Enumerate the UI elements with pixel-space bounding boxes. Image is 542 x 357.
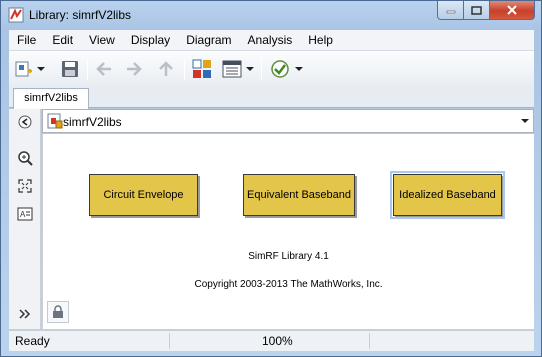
chevron-down-icon[interactable] xyxy=(521,119,529,123)
left-palette: A xyxy=(9,109,41,329)
simulink-app-icon xyxy=(8,7,24,23)
save-icon xyxy=(62,61,78,77)
zoom-icon xyxy=(18,151,33,166)
block-idealized-baseband[interactable]: Idealized Baseband xyxy=(390,171,505,219)
status-bar: Ready 100% xyxy=(9,330,534,351)
check-icon xyxy=(271,60,289,78)
maximize-button[interactable] xyxy=(464,1,490,20)
double-chevron-right-icon xyxy=(19,309,31,319)
status-text: Ready xyxy=(15,334,50,348)
hide-explorer-button[interactable] xyxy=(16,113,34,131)
chevron-down-icon xyxy=(295,67,303,71)
annotation-icon: A xyxy=(17,207,33,221)
annotation-button[interactable]: A xyxy=(16,205,34,223)
library-version: SimRF Library 4.1 xyxy=(248,251,329,262)
expand-palette-button[interactable] xyxy=(16,305,34,323)
menu-file[interactable]: File xyxy=(9,33,44,47)
menu-view[interactable]: View xyxy=(81,33,123,47)
svg-text:A: A xyxy=(20,210,26,219)
new-model-dropdown[interactable] xyxy=(36,58,46,80)
collapse-left-icon xyxy=(18,115,32,129)
chevron-down-icon xyxy=(246,67,254,71)
menu-analysis[interactable]: Analysis xyxy=(240,33,301,47)
lock-library-button[interactable] xyxy=(47,301,69,323)
block-equivalent-baseband[interactable]: Equivalent Baseband xyxy=(243,174,355,216)
new-model-icon xyxy=(15,61,32,77)
close-icon xyxy=(507,5,517,15)
tab-strip: simrfV2libs xyxy=(9,86,534,109)
maximize-icon xyxy=(471,5,482,15)
lock-icon xyxy=(53,305,63,318)
zoom-button[interactable] xyxy=(16,149,34,167)
forward-icon xyxy=(127,62,142,76)
check-model-button[interactable] xyxy=(269,58,291,80)
forward-button[interactable] xyxy=(123,58,145,80)
menu-edit[interactable]: Edit xyxy=(44,33,81,47)
minimize-button[interactable] xyxy=(437,1,464,20)
address-bar[interactable]: simrfV2libs xyxy=(42,109,534,133)
save-button[interactable] xyxy=(59,58,81,80)
title-bar[interactable]: Library: simrfV2libs xyxy=(1,1,541,29)
library-browser-button[interactable] xyxy=(191,58,213,80)
fit-to-view-icon xyxy=(18,179,32,193)
check-model-dropdown[interactable] xyxy=(294,58,304,80)
new-model-button[interactable] xyxy=(13,58,35,80)
up-icon xyxy=(159,61,173,76)
close-button[interactable] xyxy=(490,1,535,20)
menu-help[interactable]: Help xyxy=(300,33,341,47)
tab-simrfv2libs[interactable]: simrfV2libs xyxy=(13,88,89,109)
address-path: simrfV2libs xyxy=(63,115,122,129)
chevron-down-icon xyxy=(37,67,45,71)
up-button[interactable] xyxy=(155,58,177,80)
simulink-library-window: Library: simrfV2libs File Edit View Disp… xyxy=(0,0,542,357)
menu-diagram[interactable]: Diagram xyxy=(178,33,239,47)
block-circuit-envelope[interactable]: Circuit Envelope xyxy=(89,174,198,216)
window-title: Library: simrfV2libs xyxy=(29,8,132,22)
library-model-icon xyxy=(47,113,63,129)
back-icon xyxy=(96,62,111,76)
library-browser-icon xyxy=(192,59,211,78)
menu-display[interactable]: Display xyxy=(123,33,178,47)
minimize-icon xyxy=(446,10,455,14)
fit-to-view-button[interactable] xyxy=(16,177,34,195)
menu-bar: File Edit View Display Diagram Analysis … xyxy=(9,30,534,50)
zoom-level: 100% xyxy=(262,334,293,348)
toolbar xyxy=(9,50,534,86)
copyright-notice: Copyright 2003-2013 The MathWorks, Inc. xyxy=(194,279,383,290)
model-explorer-icon xyxy=(222,60,242,78)
back-button[interactable] xyxy=(93,58,115,80)
model-explorer-button[interactable] xyxy=(221,58,243,80)
model-explorer-dropdown[interactable] xyxy=(245,58,255,80)
model-canvas[interactable]: Circuit Envelope Equivalent Baseband Ide… xyxy=(42,134,534,329)
